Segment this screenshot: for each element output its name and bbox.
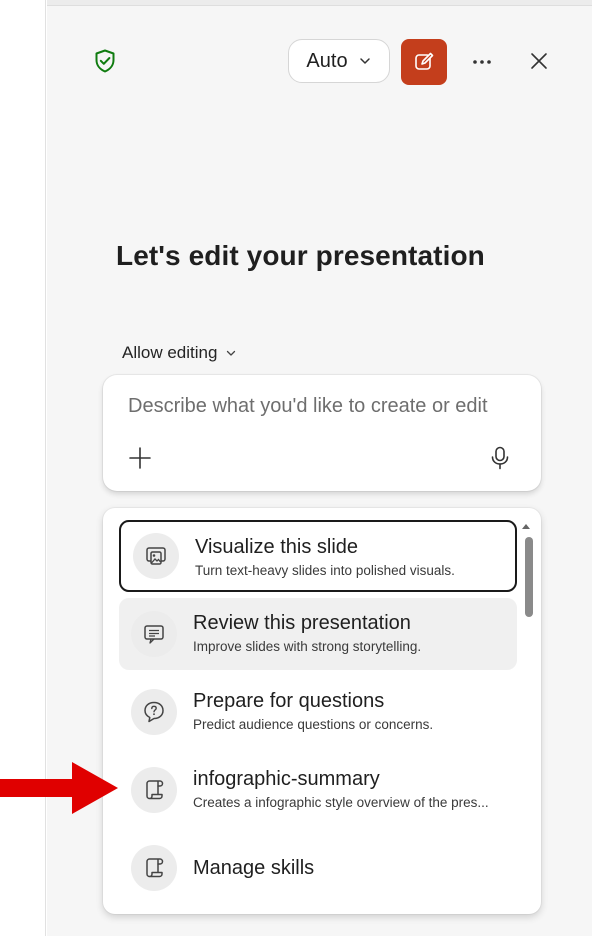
menu-item-visualize-slide[interactable]: Visualize this slide Turn text-heavy sli…: [119, 520, 517, 592]
new-chat-button[interactable]: [401, 39, 447, 85]
scroll-skill-icon: [146, 780, 164, 800]
prompt-composer: [103, 375, 541, 491]
chevron-down-icon: [359, 58, 370, 64]
close-button[interactable]: [522, 44, 556, 78]
slide-text-icon: [144, 625, 164, 644]
menu-item-icon-bg: [131, 689, 177, 735]
microphone-icon[interactable]: [487, 445, 513, 471]
menu-item-manage-skills[interactable]: Manage skills: [119, 832, 517, 904]
menu-item-prepare-questions[interactable]: Prepare for questions Predict audience q…: [119, 676, 517, 748]
menu-item-subtitle: Predict audience questions or concerns.: [193, 717, 434, 732]
menu-item-icon-bg: [133, 533, 179, 579]
menu-item-title: Manage skills: [193, 857, 315, 879]
menu-item-icon-bg: [131, 845, 177, 891]
plus-icon[interactable]: [127, 445, 153, 471]
menu-item-review-presentation[interactable]: Review this presentation Improve slides …: [119, 598, 517, 670]
menu-item-subtitle: Improve slides with strong storytelling.: [193, 639, 422, 654]
allow-editing-label: Allow editing: [122, 343, 218, 362]
pane-top-border: [47, 0, 592, 6]
allow-editing-dropdown[interactable]: Allow editing: [122, 341, 237, 365]
compose-icon: [415, 52, 434, 70]
suggestions-menu: Visualize this slide Turn text-heavy sli…: [103, 508, 541, 914]
close-icon: [531, 53, 547, 69]
image-slide-icon: [146, 547, 166, 565]
shield-check-icon: [95, 49, 115, 73]
chevron-down-icon: [227, 350, 236, 356]
scrollbar-thumb[interactable]: [525, 537, 533, 617]
menu-item-icon-bg: [131, 611, 177, 657]
menu-item-subtitle: Turn text-heavy slides into polished vis…: [195, 563, 455, 578]
menu-item-title: Prepare for questions: [193, 690, 385, 712]
menu-item-title: infographic-summary: [193, 768, 380, 790]
menu-item-title: Visualize this slide: [195, 536, 359, 558]
menu-item-subtitle: Creates a infographic style overview of …: [193, 795, 489, 810]
page-title: Let's edit your presentation: [116, 240, 485, 271]
menu-item-icon-bg: [131, 767, 177, 813]
scroll-skill-icon: [146, 858, 164, 878]
menu-item-title: Review this presentation: [193, 612, 411, 634]
more-options-button[interactable]: [466, 46, 498, 78]
chat-question-icon: [144, 701, 164, 723]
more-horizontal-icon: [473, 60, 491, 64]
mode-label: Auto: [306, 49, 348, 72]
menu-item-infographic-summary[interactable]: infographic-summary Creates a infographi…: [119, 754, 517, 826]
mode-dropdown[interactable]: Auto: [288, 39, 390, 83]
prompt-input[interactable]: [128, 395, 528, 418]
scroll-up-arrow-icon[interactable]: [520, 521, 532, 531]
red-arrow-icon: [0, 762, 118, 814]
